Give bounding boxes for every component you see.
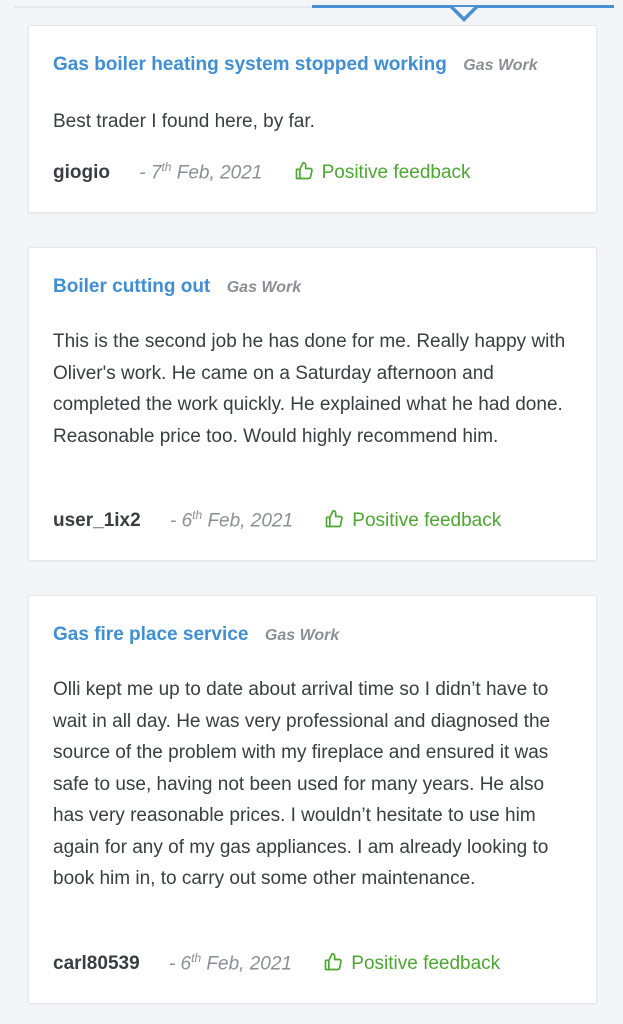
review-text: Best trader I found here, by far.	[53, 111, 315, 132]
feedback-label: Positive feedback	[351, 953, 501, 975]
positive-feedback-badge: Positive feedback	[324, 509, 501, 532]
review-header: Boiler cutting out Gas Work	[53, 276, 301, 298]
review-username[interactable]: user_1ix2	[53, 510, 141, 532]
review-username[interactable]: carl80539	[53, 953, 140, 975]
positive-feedback-badge: Positive feedback	[323, 952, 500, 975]
thumbs-up-icon	[324, 953, 343, 971]
review-title[interactable]: Gas boiler heating system stopped workin…	[53, 54, 447, 75]
active-tab-indicator-inner	[454, 7, 474, 17]
review-date: - 7th Feb, 2021	[139, 160, 263, 184]
review-card: Boiler cutting out Gas Work This is the …	[28, 247, 597, 561]
review-date: - 6th Feb, 2021	[169, 508, 294, 532]
thumbs-up-icon	[295, 162, 313, 180]
positive-feedback-badge: Positive feedback	[294, 161, 471, 184]
feedback-label: Positive feedback	[321, 162, 471, 184]
review-meta: giogio - 7th Feb, 2021 Positive feedback	[53, 160, 471, 184]
review-text: Olli kept me up to date about arrival ti…	[53, 679, 551, 889]
review-card: Gas fire place service Gas Work Olli kep…	[28, 595, 597, 1004]
thumbs-up-icon	[325, 510, 344, 528]
review-header: Gas boiler heating system stopped workin…	[53, 54, 538, 76]
tab-inactive-underline[interactable]	[14, 6, 311, 8]
review-meta: carl80539 - 6th Feb, 2021 Positive feedb…	[53, 951, 500, 975]
tab-bar	[0, 0, 623, 24]
feedback-label: Positive feedback	[352, 510, 502, 532]
review-category: Gas Work	[463, 57, 538, 74]
review-meta: user_1ix2 - 6th Feb, 2021 Positive feedb…	[53, 508, 501, 532]
review-header: Gas fire place service Gas Work	[53, 624, 339, 646]
review-title[interactable]: Gas fire place service	[53, 624, 248, 645]
review-category: Gas Work	[264, 627, 340, 644]
review-date: - 6th Feb, 2021	[168, 951, 292, 975]
review-category: Gas Work	[226, 279, 302, 296]
review-username[interactable]: giogio	[53, 162, 110, 184]
review-text: This is the second job he has done for m…	[53, 331, 566, 447]
review-title[interactable]: Boiler cutting out	[53, 276, 210, 297]
review-card: Gas boiler heating system stopped workin…	[28, 25, 597, 213]
